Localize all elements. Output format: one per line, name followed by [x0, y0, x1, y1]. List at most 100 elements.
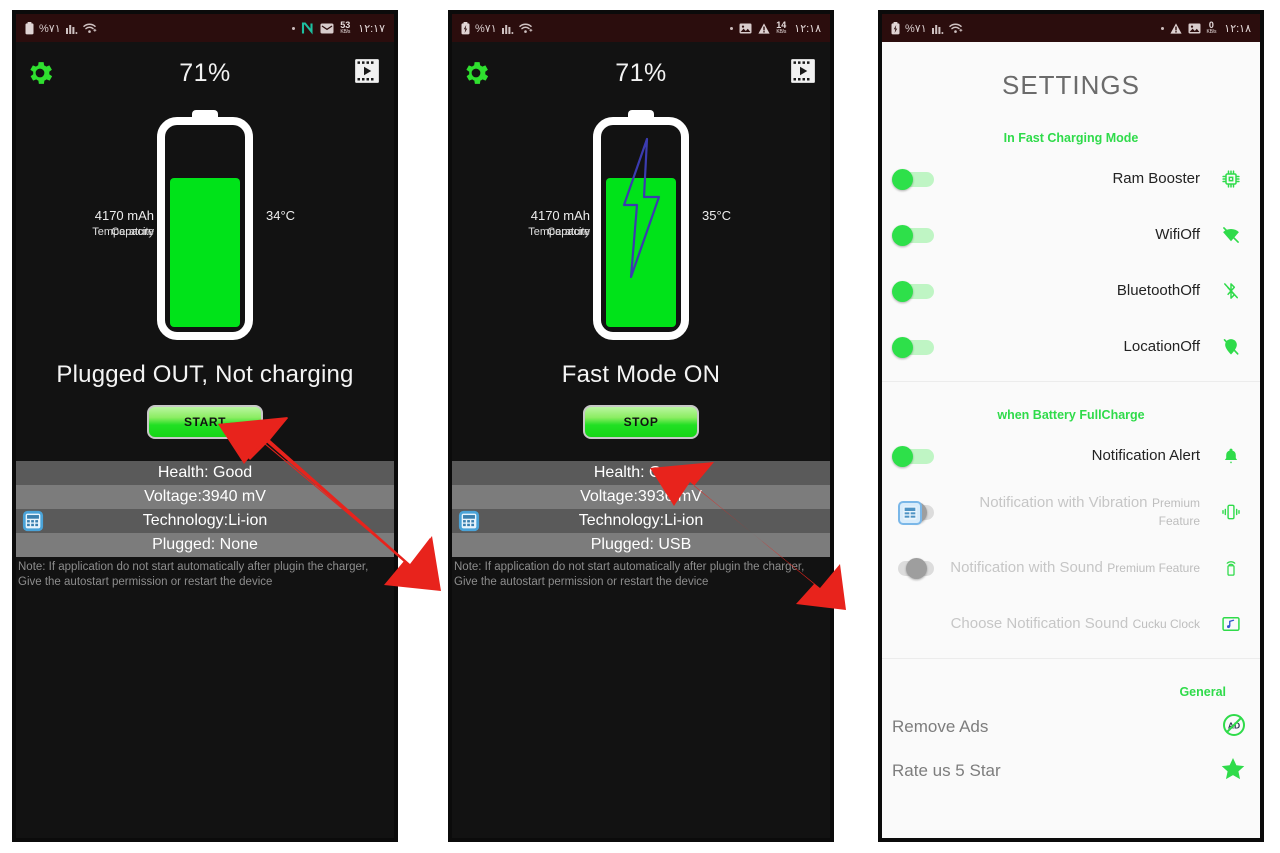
- status-battery-percent: %٧١: [905, 22, 927, 35]
- setting-sublabel: Premium Feature: [1151, 496, 1200, 528]
- setting-row-texts: Choose Notification Sound Cucku Clock: [936, 615, 1216, 633]
- info-row-technology: Technology:Li-ion: [16, 509, 394, 533]
- dot-icon: [730, 26, 734, 30]
- status-bar: %٧١ 14 KB/s ١٢:١٨: [452, 14, 830, 42]
- dot-icon: [292, 26, 296, 30]
- toggle-knob: [892, 337, 913, 358]
- wifi-icon: [82, 22, 97, 34]
- temperature-value: 34°C: [266, 208, 296, 223]
- gear-icon[interactable]: [25, 58, 55, 93]
- section-full-charge: when Battery FullCharge Notification Ale…: [882, 388, 1260, 665]
- status-clock: ١٢:١٧: [358, 22, 385, 35]
- battery-body: [157, 117, 253, 340]
- mail-icon: [320, 23, 334, 34]
- setting-row-location-off[interactable]: LocationOff: [882, 319, 1260, 375]
- battery-icon-large: [593, 110, 689, 340]
- bluetooth-off-icon: [1216, 281, 1246, 301]
- capacity-label-group: 4170 mAh Temperature Capacity: [34, 208, 154, 238]
- toggle-notification-alert[interactable]: [892, 446, 936, 467]
- wifi-icon: [948, 22, 963, 34]
- location-off-icon: [1216, 337, 1246, 357]
- charging-status-text: Plugged OUT, Not charging: [56, 361, 354, 388]
- capacity-caption: Capacity: [111, 226, 154, 238]
- calculator-icon[interactable]: [22, 510, 44, 537]
- toggle-wifi-off[interactable]: [892, 225, 936, 246]
- info-row-plugged: Plugged: USB: [452, 533, 830, 557]
- setting-row-notification-alert[interactable]: Notification Alert: [882, 428, 1260, 484]
- toggle-bluetooth-off[interactable]: [892, 281, 936, 302]
- data-speed-icon: 14 KB/s: [776, 21, 786, 35]
- setting-row-ram-booster[interactable]: Ram Booster: [882, 151, 1260, 207]
- setting-label: Notification Alert: [1091, 447, 1200, 464]
- battery-percent-label: 71%: [179, 58, 231, 87]
- settings-screen: SETTINGS In Fast Charging Mode Ram Boost…: [882, 42, 1260, 838]
- info-row-voltage: Voltage:3940 mV: [16, 485, 394, 509]
- stop-button[interactable]: STOP: [583, 405, 699, 439]
- info-row-voltage: Voltage:3936 mV: [452, 485, 830, 509]
- setting-row-wifi-off[interactable]: WifiOff: [882, 207, 1260, 263]
- setting-row-bluetooth-off[interactable]: BluetoothOff: [882, 263, 1260, 319]
- battery-graphic-area: 4170 mAh Temperature Capacity 34°C: [16, 104, 394, 359]
- setting-label: Ram Booster: [1112, 170, 1200, 187]
- phone-screenshot-battery-idle: %٧١ 53 KB/s ١٢:١٧ 71% 4170 mAh Temperatu…: [12, 10, 398, 842]
- section-divider: [882, 381, 1260, 382]
- info-row-health: Health: Good: [16, 461, 394, 485]
- data-speed-unit: KB/s: [776, 29, 787, 35]
- signal-bars-icon: [501, 22, 514, 34]
- setting-row-texts: Notification with Vibration Premium Feat…: [936, 494, 1216, 530]
- calculator-icon[interactable]: [458, 510, 480, 537]
- status-bar-left: %٧١: [461, 21, 533, 35]
- vibration-icon: [1216, 502, 1246, 522]
- wifi-off-icon: [1216, 225, 1246, 245]
- battery-graphic-area: 4170 mAh Temperature Capacity 35°C: [452, 104, 830, 359]
- toggle-notification-sound[interactable]: [892, 558, 936, 579]
- charging-status-text: Fast Mode ON: [561, 361, 721, 388]
- autostart-note: Note: If application do not start automa…: [16, 557, 394, 590]
- battery-percent-label: 71%: [615, 58, 667, 87]
- setting-row-notification-sound[interactable]: Notification with Sound Premium Feature: [882, 540, 1260, 596]
- charging-bolt-icon: [616, 133, 666, 288]
- capacity-caption: Capacity: [547, 226, 590, 238]
- setting-row-notification-vibration[interactable]: Notification with Vibration Premium Feat…: [882, 484, 1260, 540]
- signal-bars-icon: [65, 22, 78, 34]
- no-ads-icon: AD: [1222, 713, 1246, 742]
- setting-label: WifiOff: [1155, 226, 1200, 243]
- battery-main-screen: 71% 4170 mAh Temperature Capacity 34°C P…: [16, 42, 394, 838]
- setting-label: BluetoothOff: [1116, 282, 1200, 299]
- toggle-knob: [892, 281, 913, 302]
- status-bar-left: %٧١: [891, 21, 963, 35]
- gear-icon[interactable]: [461, 58, 491, 93]
- toggle-knob: [892, 169, 913, 190]
- info-row-health: Health: Good: [452, 461, 830, 485]
- section-fast-charging: In Fast Charging Mode Ram Booster WifiOf…: [882, 111, 1260, 388]
- toggle-notification-vibration[interactable]: [892, 501, 936, 525]
- phone-screenshot-battery-fastmode: %٧١ 14 KB/s ١٢:١٨ 71% 4170 mAh Temperatu…: [448, 10, 834, 842]
- capacity-label-group: 4170 mAh Temperature Capacity: [470, 208, 590, 238]
- setting-label: Choose Notification Sound: [950, 615, 1129, 632]
- battery-info-list: Health: Good Voltage:3936 mV Technology:…: [452, 461, 830, 557]
- phone-screenshot-settings: %٧١ 0 KB/s ١٢:١٨ SETTINGS In Fast Chargi…: [878, 10, 1264, 842]
- battery-icon: [25, 21, 34, 35]
- toggle-location-off[interactable]: [892, 337, 936, 358]
- wifi-icon: [518, 22, 533, 34]
- status-battery-percent: %٧١: [475, 22, 497, 35]
- battery-charging-icon: [461, 21, 470, 35]
- video-icon[interactable]: [788, 56, 818, 91]
- status-bar-right: 53 KB/s ١٢:١٧: [292, 21, 385, 35]
- setting-row-rate-us[interactable]: Rate us 5 Star: [882, 749, 1260, 793]
- setting-row-remove-ads[interactable]: Remove Ads AD: [882, 705, 1260, 749]
- temperature-label-group: 35°C: [702, 208, 812, 224]
- setting-row-texts: Notification with Sound Premium Feature: [936, 559, 1216, 577]
- battery-fill-level: [170, 177, 240, 327]
- autostart-note: Note: If application do not start automa…: [452, 557, 830, 590]
- toggle-ram-booster[interactable]: [892, 169, 936, 190]
- info-row-plugged: Plugged: None: [16, 533, 394, 557]
- start-button[interactable]: START: [147, 405, 263, 439]
- battery-charging-icon: [891, 21, 900, 35]
- data-speed-unit: KB/s: [340, 29, 351, 35]
- status-bar-left: %٧١: [25, 21, 97, 35]
- setting-row-texts: WifiOff: [936, 226, 1216, 244]
- video-icon[interactable]: [352, 56, 382, 91]
- n-app-icon: [301, 21, 314, 35]
- setting-row-choose-notification-sound[interactable]: Choose Notification Sound Cucku Clock: [882, 596, 1260, 652]
